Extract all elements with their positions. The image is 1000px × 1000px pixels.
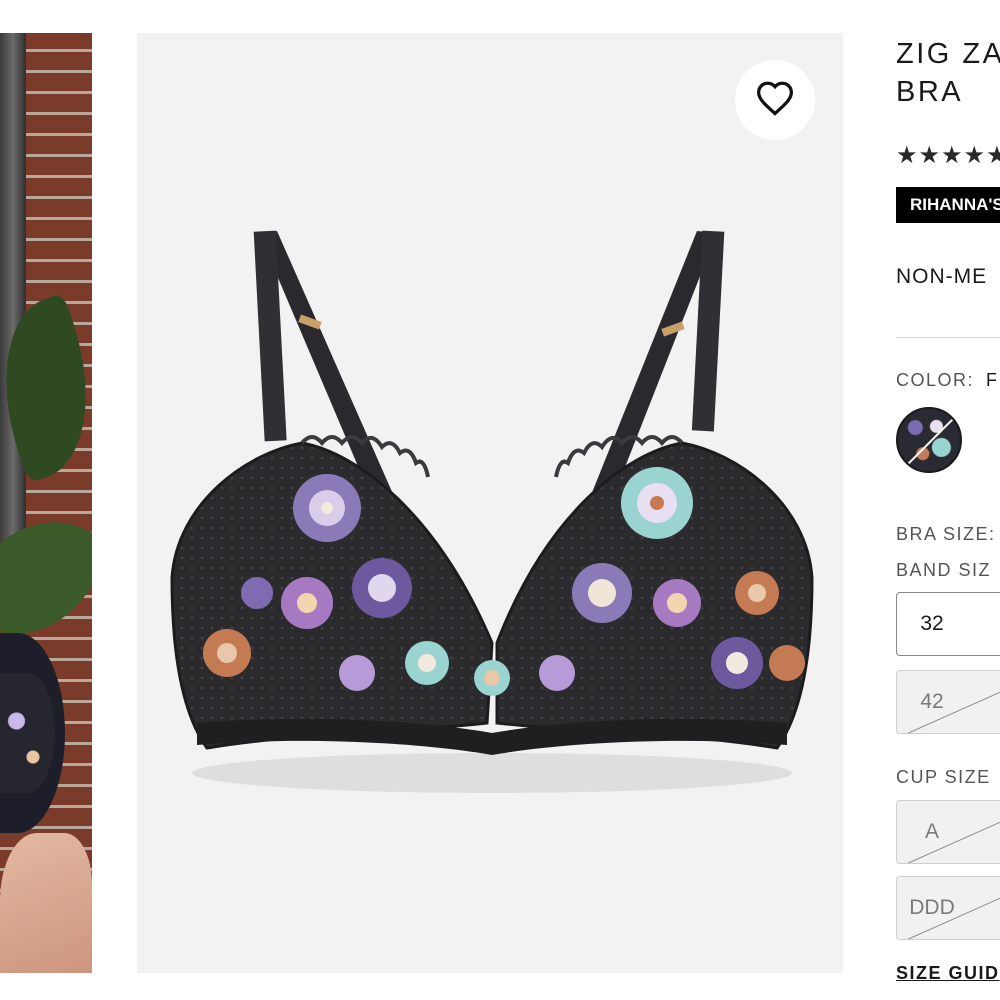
band-size-value: 32 — [920, 612, 944, 635]
rating-stars[interactable]: ★★★★★ — [896, 141, 1000, 170]
band-size-label: BAND SIZ — [896, 560, 992, 580]
bra-size-label: BRA SIZE: — [896, 524, 996, 544]
band-size-option[interactable]: 42 — [896, 670, 1000, 734]
product-title-line2: BRA — [896, 76, 964, 108]
favorite-button[interactable] — [735, 60, 815, 140]
band-size-value: 42 — [920, 690, 944, 713]
product-title: ZIG ZA BRA — [896, 35, 1000, 111]
color-label: COLOR: F — [896, 370, 999, 391]
bra-illustration — [170, 230, 814, 793]
color-label-text: COLOR: — [896, 370, 975, 390]
cup-size-value: A — [924, 820, 939, 843]
color-value: F — [986, 370, 999, 390]
photo-pipe — [0, 33, 26, 593]
photo-lace — [0, 673, 55, 793]
divider — [896, 337, 1000, 338]
size-guide-link[interactable]: SIZE GUID — [896, 963, 1000, 984]
band-size-option[interactable]: 32 — [896, 592, 1000, 656]
cup-size-option[interactable]: A — [896, 800, 1000, 864]
product-subtitle: NON-ME — [896, 265, 988, 288]
cup-size-label: CUP SIZE — [896, 767, 991, 787]
heart-outline-icon — [755, 80, 795, 121]
photo-model-arm — [0, 833, 92, 973]
floral-print-swatch[interactable] — [896, 407, 962, 473]
model-photo[interactable] — [0, 33, 92, 973]
cup-size-value: DDD — [909, 896, 955, 919]
product-title-line1: ZIG ZA — [896, 38, 1000, 70]
cup-size-option[interactable]: DDD — [896, 876, 1000, 940]
collection-badge: RIHANNA'S — [896, 187, 1000, 223]
product-info-panel: ZIG ZA BRA ★★★★★ RIHANNA'S NON-ME COLOR:… — [896, 33, 1000, 1000]
